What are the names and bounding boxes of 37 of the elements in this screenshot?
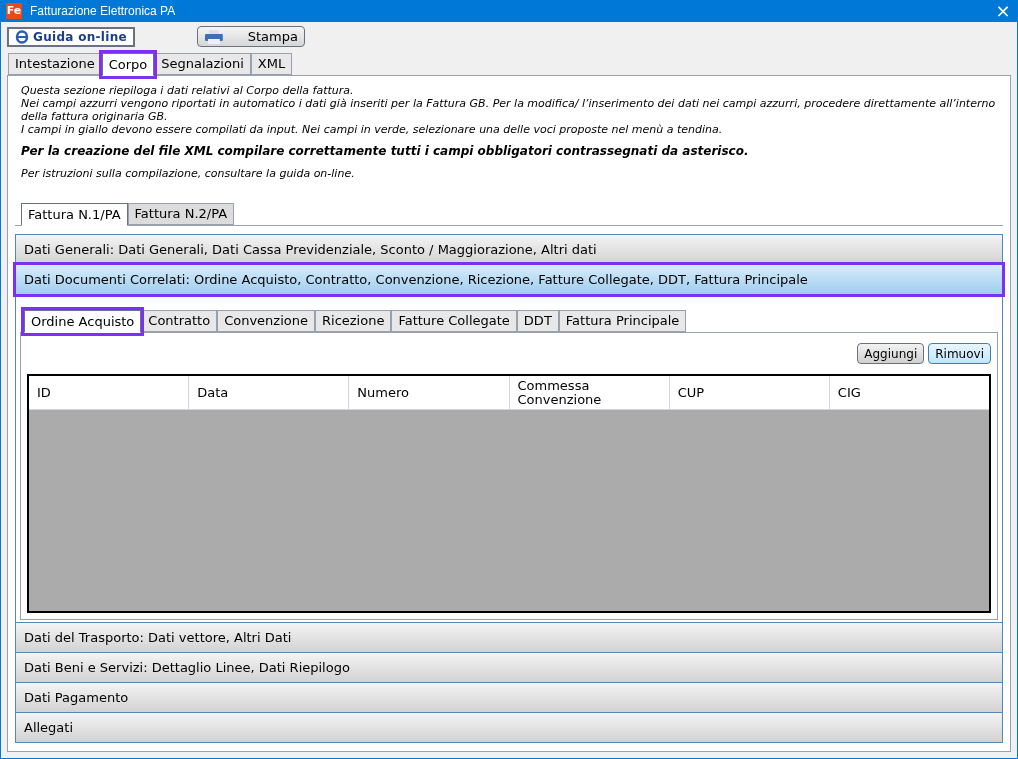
- action-button[interactable]: Rimuovi: [928, 343, 991, 364]
- tab[interactable]: XML: [250, 53, 293, 75]
- help-button[interactable]: Guida on-line: [7, 26, 135, 47]
- section-header[interactable]: Dati del Trasporto: Dati vettore, Altri Dati: [16, 623, 1002, 652]
- instruction-text: Per la creazione del file XML compilare correttamente tutti i campi obbligatori contrassegnati da asterisco.: [21, 145, 750, 158]
- tab[interactable]: Corpo: [101, 53, 155, 76]
- section-header[interactable]: Dati Documenti Correlati: Ordine Acquisto, Contratto, Convenzione, Ricezione, Fatture Collegate, DDT, Fattura Principale: [16, 265, 1002, 294]
- instruction-text: Questa sezione riepiloga i dati relativi al Corpo della fattura. Nei campi azzurri vengono riportati in automatico i dati già inseriti per la Fattura GB. Per la modifica/ l’inserimento dei dati nei campi azzurri, procedere direttamente all’interno della fattura originaria GB. I campi in giallo devono essere compilati da input. Nei campi in verde, selezionare una delle voci proposte nel menù a tendina.: [21, 84, 997, 136]
- close-button[interactable]: ×: [988, 1, 1018, 21]
- tab[interactable]: Intestazione: [8, 53, 102, 75]
- column-header[interactable]: Commessa Convenzione: [517, 378, 602, 407]
- instruction-text: Per istruzioni sulla compilazione, consultare la guida on-line.: [21, 167, 356, 180]
- tab[interactable]: Contratto: [141, 310, 218, 332]
- tab[interactable]: Convenzione: [217, 310, 315, 332]
- section-header[interactable]: Allegati: [16, 713, 1002, 742]
- tab[interactable]: Fattura Principale: [558, 310, 687, 332]
- tab[interactable]: Ricezione: [315, 310, 392, 332]
- window-title: Fatturazione Elettronica PA: [30, 3, 176, 20]
- printer-icon: [203, 29, 224, 44]
- tab[interactable]: DDT: [516, 310, 559, 332]
- print-button[interactable]: Stampa: [196, 26, 305, 47]
- app-logo: Fe: [6, 3, 22, 19]
- tab[interactable]: Ordine Acquisto: [24, 310, 142, 333]
- column-header[interactable]: ID: [37, 385, 51, 400]
- section-header[interactable]: Dati Pagamento: [16, 683, 1002, 712]
- column-header[interactable]: Numero: [357, 385, 409, 400]
- column-header[interactable]: CIG: [837, 385, 861, 400]
- browser-e-icon: [15, 29, 29, 44]
- tab[interactable]: Fatture Collegate: [391, 310, 517, 332]
- section-header[interactable]: Dati Generali: Dati Generali, Dati Cassa Previdenziale, Sconto / Maggiorazione, Altri dati: [16, 235, 1002, 264]
- column-header[interactable]: Data: [197, 385, 229, 400]
- column-header[interactable]: CUP: [677, 385, 705, 400]
- section-header[interactable]: Dati Beni e Servizi: Dettaglio Linee, Dati Riepilogo: [16, 653, 1002, 682]
- tab[interactable]: Fattura N.2/PA: [127, 203, 235, 225]
- action-button[interactable]: Aggiungi: [857, 343, 925, 364]
- tab[interactable]: Fattura N.1/PA: [21, 203, 128, 226]
- tab[interactable]: Segnalazioni: [154, 53, 251, 75]
